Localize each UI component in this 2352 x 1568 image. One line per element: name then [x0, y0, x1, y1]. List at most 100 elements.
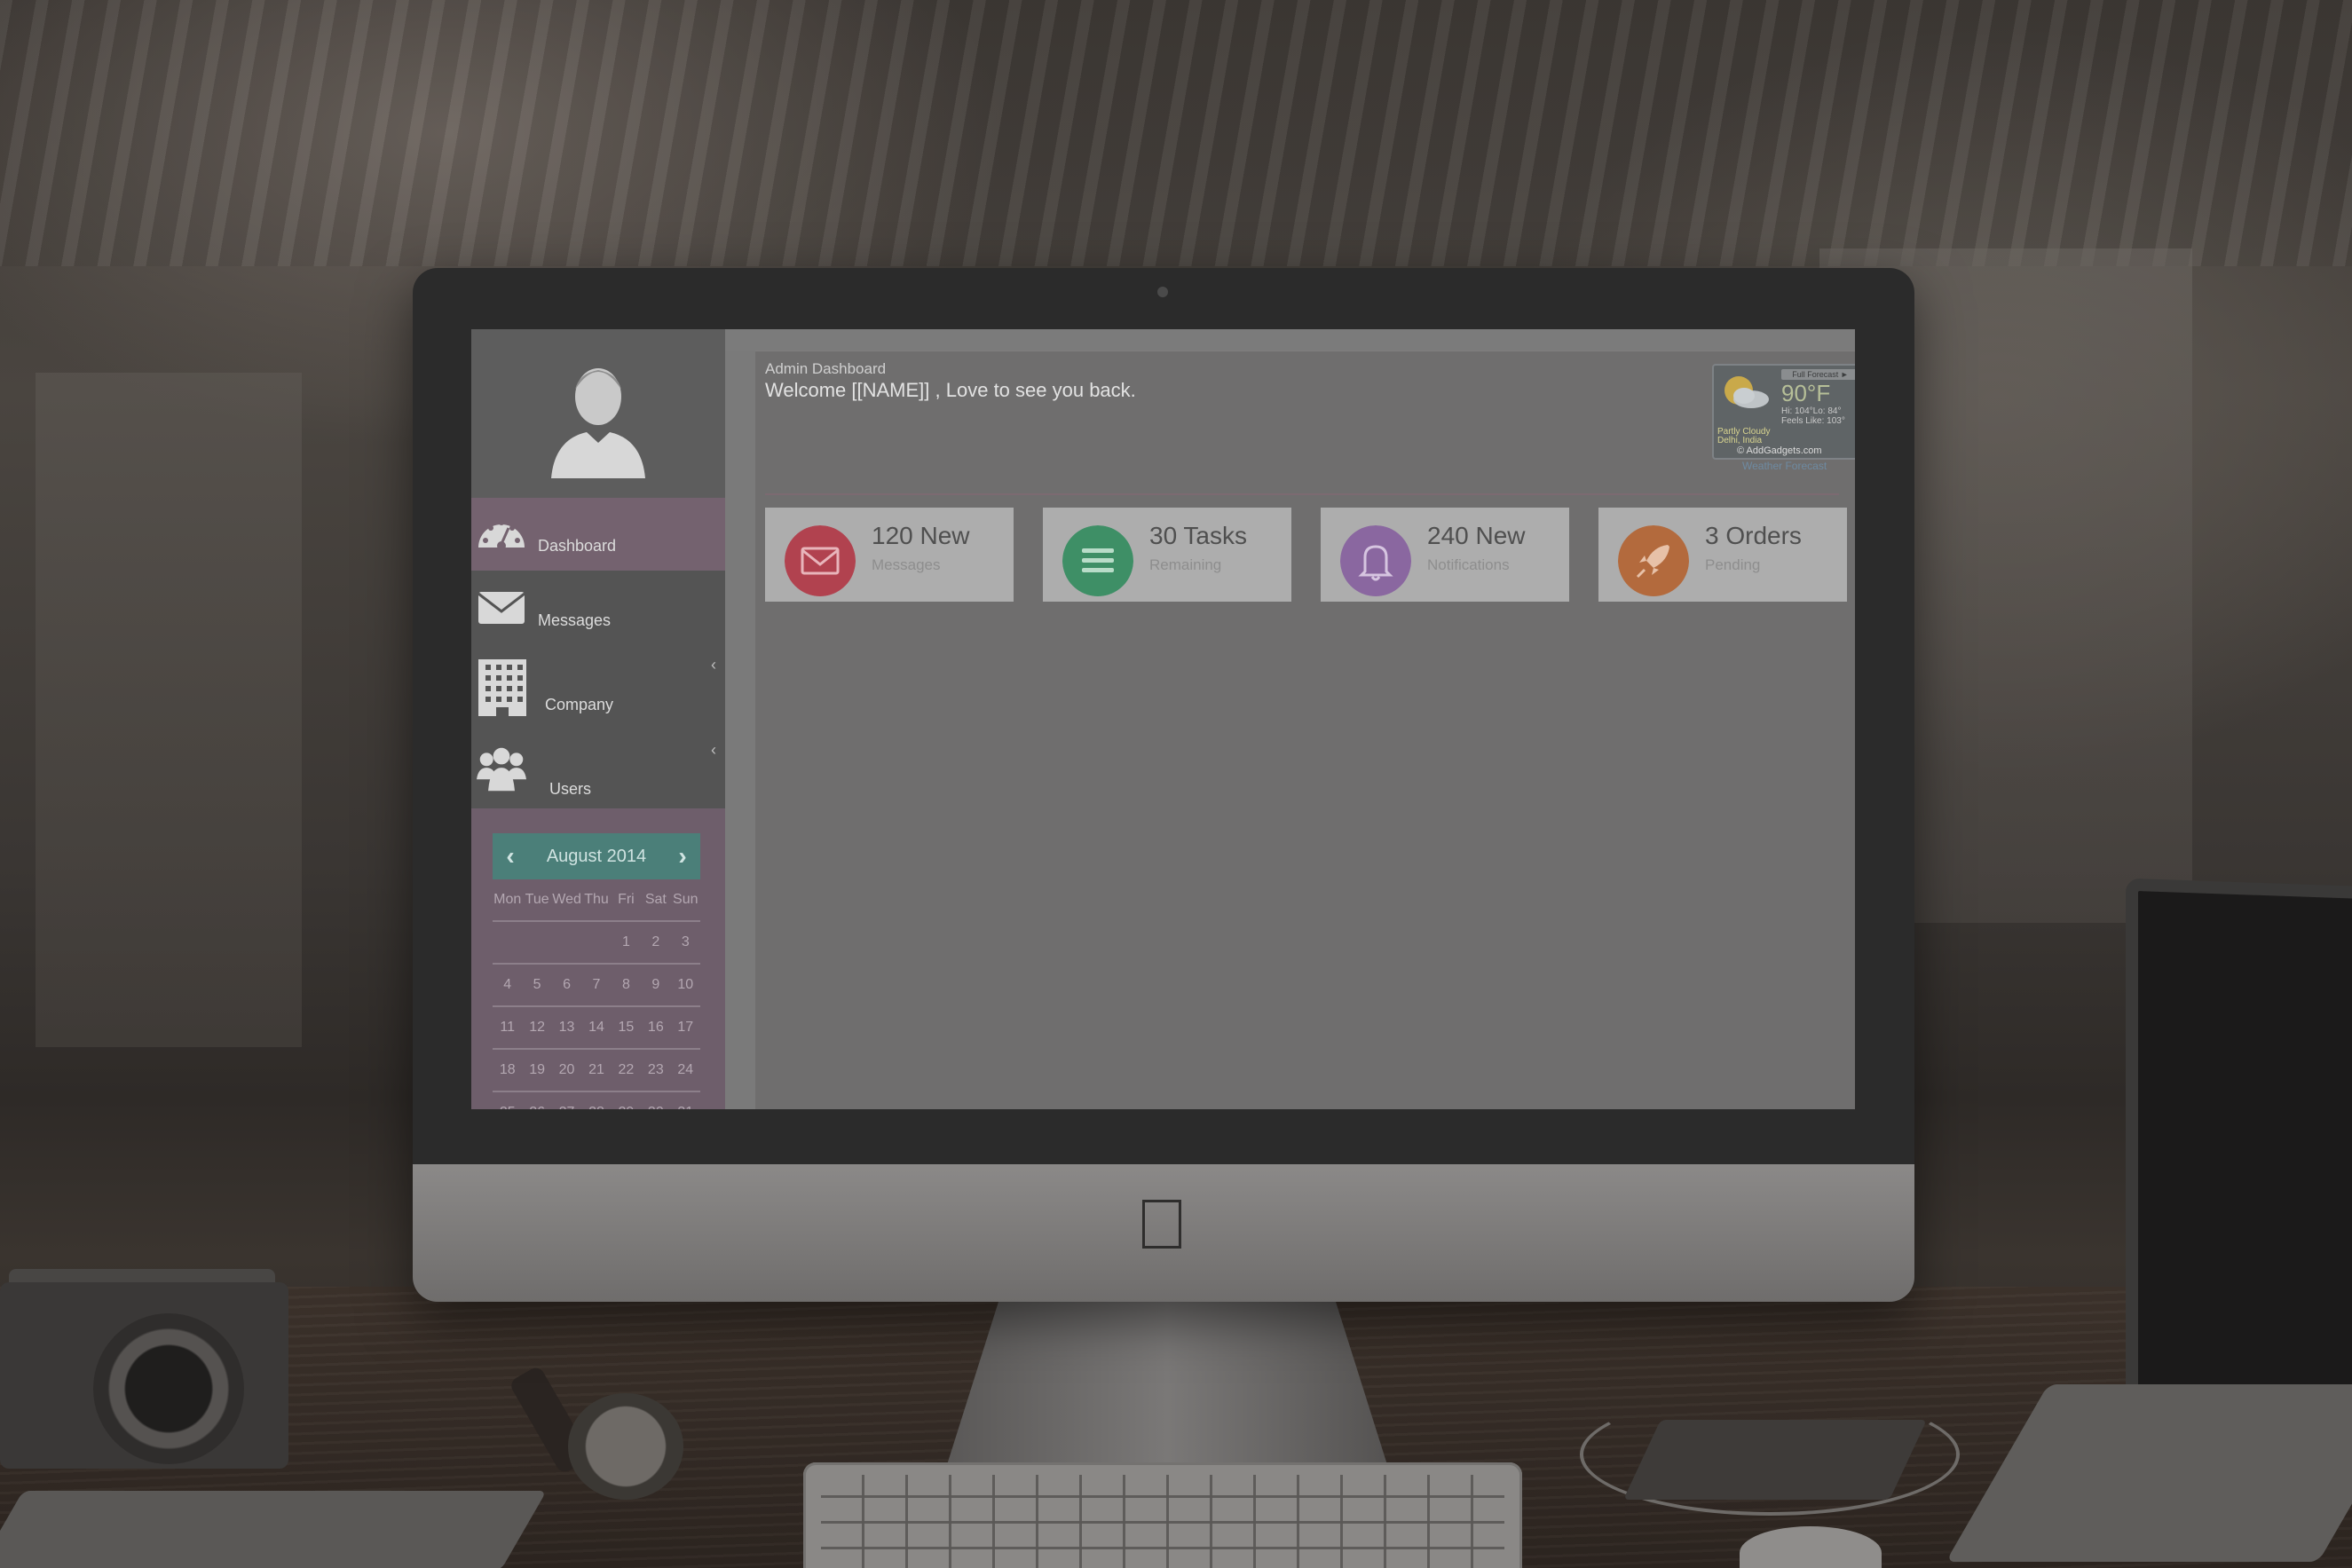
card-title: 30 Tasks	[1149, 522, 1247, 549]
calendar-day[interactable]: 19	[522, 1049, 552, 1092]
notebook	[1623, 1420, 1927, 1500]
calendar-day[interactable]: 18	[493, 1049, 523, 1092]
weather-widget[interactable]: Full Forecast ► 90°F Hi: 104°Lo: 84° Fee…	[1712, 364, 1855, 460]
weekday-label: Sat	[641, 879, 671, 922]
calendar-day[interactable]: 29	[611, 1091, 642, 1109]
calendar-day[interactable]: 10	[670, 964, 700, 1007]
calendar-week-row: 25262728293031	[493, 1091, 700, 1109]
calendar-day[interactable]: 21	[581, 1049, 612, 1092]
calendar-week-row: 123	[493, 921, 700, 965]
sidebar-item-dashboard[interactable]: Dashboard	[471, 498, 725, 571]
calendar-day[interactable]: 5	[522, 964, 552, 1007]
calendar-weekdays: Mon Tue Wed Thu Fri Sat Sun	[493, 879, 700, 922]
calendar-day[interactable]: 27	[551, 1091, 582, 1109]
list-icon	[1062, 525, 1133, 596]
card-subtitle: Messages	[872, 556, 941, 573]
weekday-label: Wed	[551, 879, 582, 922]
calendar-day[interactable]: 26	[522, 1091, 552, 1109]
calendar-day[interactable]: 30	[641, 1091, 671, 1109]
camera-lens	[93, 1313, 244, 1464]
ceiling	[0, 0, 2352, 266]
calendar-day[interactable]: 23	[641, 1049, 671, 1092]
stat-card-notifications[interactable]: 240 New Notifications	[1321, 508, 1569, 602]
sidebar-item-label: Users	[549, 780, 592, 798]
card-title: 3 Orders	[1705, 522, 1802, 549]
weekday-label: Fri	[611, 879, 642, 922]
calendar-day[interactable]: 6	[551, 964, 582, 1007]
apple-logo-icon: 	[1131, 1187, 1193, 1262]
weather-location: Delhi, India	[1717, 436, 1763, 445]
weather-condition-block: Partly Cloudy Delhi, India	[1717, 428, 1770, 445]
calendar-day[interactable]: 7	[581, 964, 612, 1007]
sidebar-item-label: Dashboard	[538, 537, 617, 555]
laptop-screen	[2126, 878, 2352, 1463]
calendar-next-button[interactable]: ›	[667, 833, 698, 879]
profile-area	[471, 329, 725, 498]
calendar-day[interactable]: 15	[611, 1006, 642, 1050]
top-bar	[725, 329, 1855, 351]
card-subtitle: Remaining	[1149, 556, 1222, 573]
calendar-day	[551, 921, 582, 965]
imac-screen: Dashboard Messages Company ‹ Users ‹ ‹ A…	[471, 329, 1855, 1109]
calendar-day[interactable]: 25	[493, 1091, 523, 1109]
sidebar-item-company[interactable]: Company ‹	[471, 649, 725, 729]
weekday-label: Thu	[581, 879, 612, 922]
calendar-day[interactable]: 4	[493, 964, 523, 1007]
envelope-icon	[785, 525, 856, 596]
partly-cloudy-icon	[1725, 376, 1769, 408]
stat-card-orders[interactable]: 3 Orders Pending	[1598, 508, 1847, 602]
breadcrumb: Admin Dashboard	[765, 360, 887, 377]
weather-hilo: Hi: 104°Lo: 84°	[1781, 406, 1842, 416]
calendar-day[interactable]: 17	[670, 1006, 700, 1050]
watch	[568, 1393, 683, 1500]
main-content: Admin Dashboard Welcome [[NAME]] , Love …	[755, 351, 1855, 1109]
calendar-day[interactable]: 9	[641, 964, 671, 1007]
content-gutter	[725, 351, 755, 1109]
calendar-day	[522, 921, 552, 965]
calendar-day[interactable]: 13	[551, 1006, 582, 1050]
calendar-day[interactable]: 22	[611, 1049, 642, 1092]
stat-card-tasks[interactable]: 30 Tasks Remaining	[1043, 508, 1291, 602]
calendar-header: ‹ August 2014 ›	[493, 833, 700, 879]
stat-card-messages[interactable]: 120 New Messages	[765, 508, 1014, 602]
card-title: 120 New	[872, 522, 970, 549]
header-divider	[765, 493, 1839, 495]
chevron-left-icon: ‹	[711, 741, 716, 759]
calendar-day[interactable]: 31	[670, 1091, 700, 1109]
weather-temperature: 90°F	[1781, 380, 1831, 406]
dashboard-gauge-icon	[478, 520, 525, 550]
calendar-day[interactable]: 2	[641, 921, 671, 965]
bell-icon	[1340, 525, 1411, 596]
calendar-day[interactable]: 1	[611, 921, 642, 965]
phone	[0, 1491, 547, 1568]
calendar-day[interactable]: 3	[670, 921, 700, 965]
calendar-day[interactable]: 8	[611, 964, 642, 1007]
sidebar: Dashboard Messages Company ‹ Users ‹ ‹ A…	[471, 329, 725, 1109]
calendar-day	[581, 921, 612, 965]
weather-copyright: © AddGadgets.com	[1737, 445, 1822, 456]
card-title: 240 New	[1427, 522, 1526, 549]
calendar-day[interactable]: 14	[581, 1006, 612, 1050]
calendar-day[interactable]: 28	[581, 1091, 612, 1109]
avatar[interactable]	[542, 354, 654, 478]
weather-forecast-link[interactable]: Weather Forecast	[1742, 460, 1827, 472]
weather-feels-like: Feels Like: 103°	[1781, 416, 1845, 426]
background-window	[36, 373, 302, 1047]
calendar-day[interactable]: 24	[670, 1049, 700, 1092]
welcome-message: Welcome [[NAME]] , Love to see you back.	[765, 379, 1136, 401]
webcam	[1157, 287, 1168, 297]
envelope-icon	[478, 592, 525, 624]
weekday-label: Sun	[670, 879, 700, 922]
rocket-icon	[1618, 525, 1689, 596]
calendar-day[interactable]: 20	[551, 1049, 582, 1092]
calendar-day[interactable]: 12	[522, 1006, 552, 1050]
sidebar-item-messages[interactable]: Messages	[471, 571, 725, 643]
calendar-day[interactable]: 16	[641, 1006, 671, 1050]
weekday-label: Tue	[522, 879, 552, 922]
sidebar-item-label: Messages	[538, 611, 612, 629]
sidebar-item-label: Company	[545, 696, 614, 713]
sidebar-item-users[interactable]: Users ‹	[471, 736, 725, 808]
calendar-day[interactable]: 11	[493, 1006, 523, 1050]
weekday-label: Mon	[493, 879, 523, 922]
full-forecast-button[interactable]: Full Forecast ►	[1781, 369, 1855, 380]
